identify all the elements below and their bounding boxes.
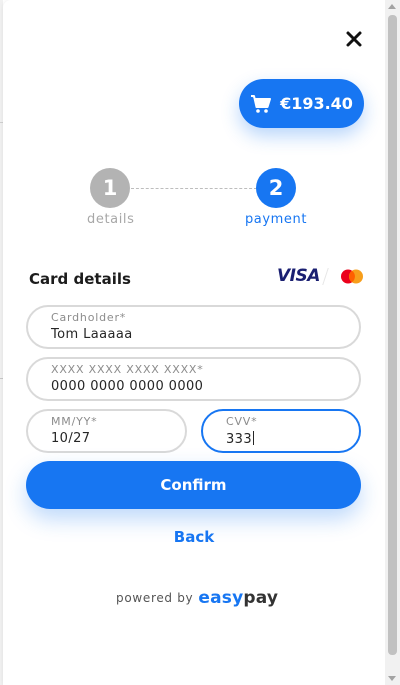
- step-1-label[interactable]: details: [87, 212, 134, 227]
- expiry-field[interactable]: MM/YY* 10/27: [26, 409, 187, 453]
- card-details-title: Card details: [29, 270, 131, 288]
- step-connector: [131, 188, 257, 189]
- expiry-label: MM/YY*: [51, 415, 98, 428]
- back-button[interactable]: Back: [160, 526, 228, 548]
- cart-icon: [251, 94, 272, 113]
- cvv-value: 333: [226, 432, 253, 447]
- cvv-value-wrap: 333: [226, 431, 255, 447]
- visa-logo: VISA: [277, 266, 320, 286]
- card-number-label: XXXX XXXX XXXX XXXX*: [51, 363, 204, 376]
- close-button[interactable]: [344, 29, 364, 49]
- cvv-label: CVV*: [226, 415, 258, 428]
- scrollbar-thumb[interactable]: [388, 15, 397, 655]
- card-number-field[interactable]: XXXX XXXX XXXX XXXX* 0000 0000 0000 0000: [26, 357, 361, 401]
- step-1-indicator[interactable]: 1: [90, 168, 130, 208]
- checkout-screen: €193.40 1 2 details payment Card details…: [0, 0, 400, 685]
- mastercard-icon: [341, 269, 363, 284]
- cardholder-value: Tom Laaaaa: [51, 327, 133, 342]
- scroll-down-arrow-icon[interactable]: [388, 676, 396, 681]
- cardholder-field[interactable]: Cardholder* Tom Laaaaa: [26, 305, 361, 349]
- brand-rest-text: pay: [243, 588, 279, 608]
- step-2-label: payment: [244, 212, 308, 227]
- logo-divider: [322, 268, 329, 285]
- close-icon: [346, 31, 362, 47]
- powered-by-text: powered by: [116, 591, 194, 605]
- brand-accent-text: easy: [198, 588, 244, 608]
- expiry-value: 10/27: [51, 431, 91, 446]
- cart-total-button[interactable]: €193.40: [239, 79, 364, 128]
- powered-by-footer: powered by easypay: [116, 586, 286, 610]
- cardholder-label: Cardholder*: [51, 311, 127, 324]
- confirm-button[interactable]: Confirm: [26, 461, 361, 509]
- step-2-indicator: 2: [256, 168, 296, 208]
- card-number-value: 0000 0000 0000 0000: [51, 379, 204, 394]
- scroll-up-arrow-icon[interactable]: [388, 4, 396, 9]
- cart-amount: €193.40: [280, 94, 353, 113]
- vertical-scrollbar[interactable]: [385, 0, 400, 685]
- text-caret: [253, 431, 255, 445]
- cvv-field[interactable]: CVV* 333: [201, 409, 361, 453]
- easypay-logo: easypay: [198, 588, 278, 608]
